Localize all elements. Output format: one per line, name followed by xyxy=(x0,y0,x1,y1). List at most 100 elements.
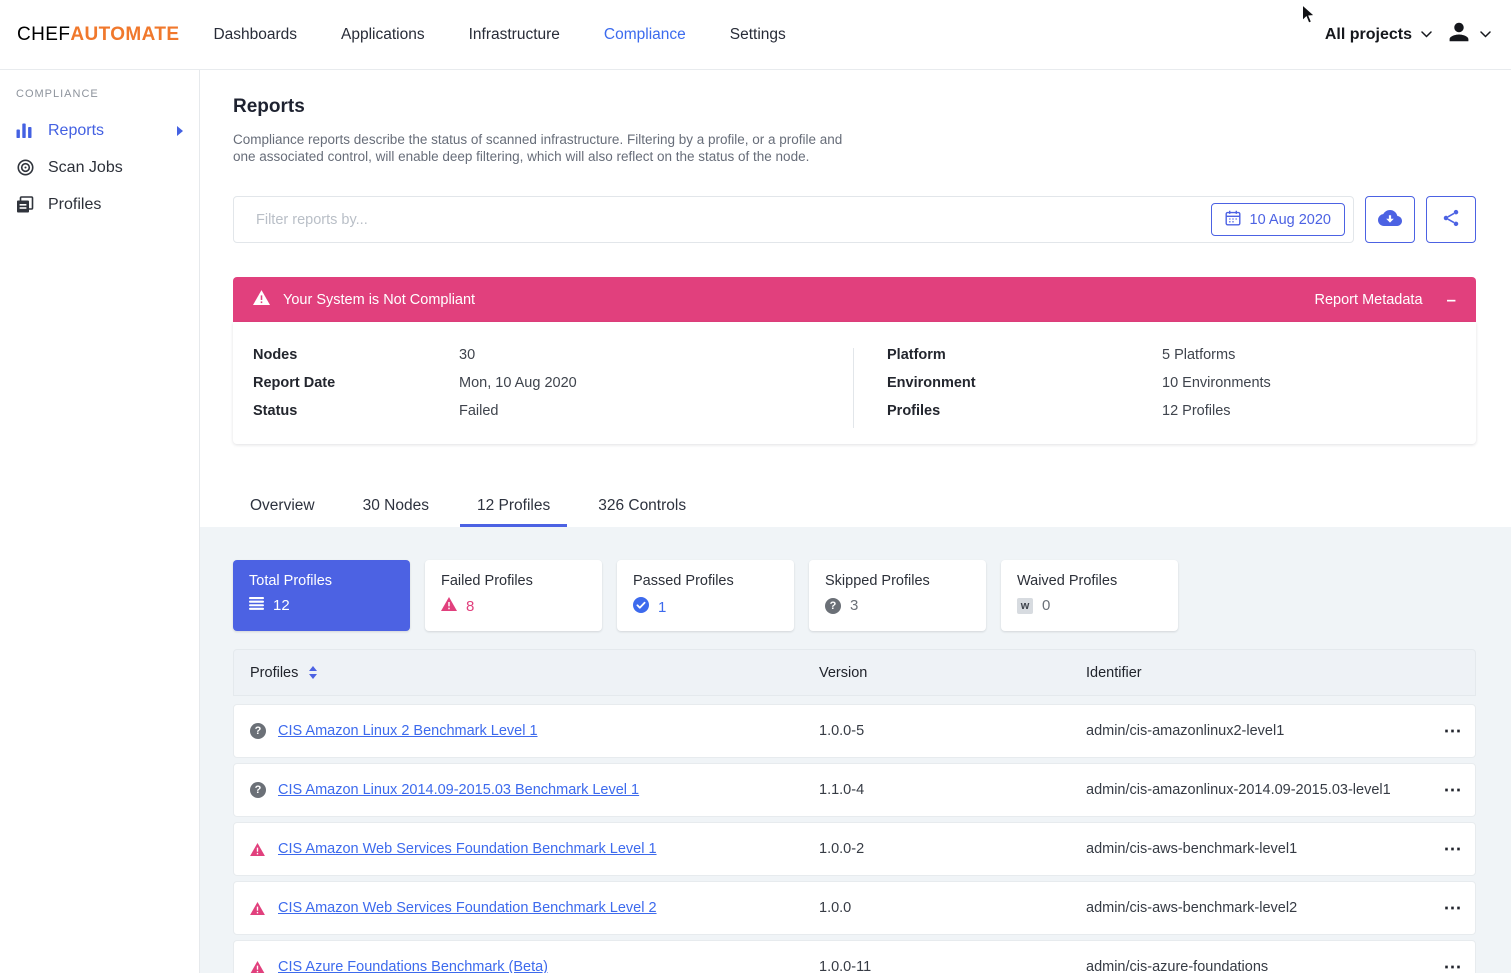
warning-triangle-icon xyxy=(441,597,457,615)
description-line-2: one associated control, will enable deep… xyxy=(233,149,809,164)
nav-item-infrastructure[interactable]: Infrastructure xyxy=(447,26,582,44)
table-row: CIS Amazon Web Services Foundation Bench… xyxy=(233,881,1476,935)
main-content: Reports Compliance reports describe the … xyxy=(200,70,1511,973)
column-header-identifier: Identifier xyxy=(1086,665,1475,681)
card-label: Total Profiles xyxy=(249,573,394,589)
user-menu-button[interactable] xyxy=(1447,20,1471,49)
card-label: Waived Profiles xyxy=(1017,573,1162,589)
card-count: 0 xyxy=(1042,597,1050,614)
user-chevron-down-icon[interactable] xyxy=(1480,31,1491,38)
sidebar-item-label: Reports xyxy=(48,122,104,140)
sidebar-section-label: COMPLIANCE xyxy=(16,88,199,100)
date-picker-button[interactable]: 10 Aug 2020 xyxy=(1211,203,1345,236)
metadata-label: Report Date xyxy=(253,374,459,392)
compliance-sidebar: COMPLIANCE Reports Scan Jobs xyxy=(0,70,200,973)
sidebar-item-label: Scan Jobs xyxy=(48,159,123,177)
share-report-button[interactable] xyxy=(1426,196,1476,243)
metadata-row-environment: Environment 10 Environments xyxy=(887,374,1476,392)
nav-item-dashboards[interactable]: Dashboards xyxy=(191,26,319,44)
nav-item-compliance[interactable]: Compliance xyxy=(582,26,708,44)
row-menu-button[interactable]: ⋯ xyxy=(1431,721,1475,741)
sort-toggle-icon[interactable] xyxy=(309,666,317,679)
metadata-value: 10 Environments xyxy=(1162,374,1271,392)
card-count: 1 xyxy=(658,599,666,616)
card-count: 8 xyxy=(466,598,474,615)
filter-reports-input[interactable] xyxy=(254,211,1211,229)
card-label: Passed Profiles xyxy=(633,573,778,589)
check-circle-icon xyxy=(633,597,649,617)
skipped-profiles-card[interactable]: Skipped Profiles ? 3 xyxy=(809,560,986,631)
reports-header-section: Reports Compliance reports describe the … xyxy=(200,70,1511,527)
logo-automate-text: AUTOMATE xyxy=(70,24,179,45)
status-question-icon: ? xyxy=(250,782,278,798)
sidebar-item-reports[interactable]: Reports xyxy=(0,112,199,149)
metadata-row-nodes: Nodes 30 xyxy=(253,346,853,364)
profile-identifier: admin/cis-amazonlinux2-level1 xyxy=(1086,723,1431,739)
metadata-value: Mon, 10 Aug 2020 xyxy=(459,374,577,392)
tab-nodes[interactable]: 30 Nodes xyxy=(346,489,446,527)
collapse-icon[interactable]: – xyxy=(1447,291,1456,308)
profile-link[interactable]: CIS Amazon Web Services Foundation Bench… xyxy=(278,900,657,916)
profile-identifier: admin/cis-amazonlinux-2014.09-2015.03-le… xyxy=(1086,782,1431,798)
list-icon xyxy=(249,597,264,614)
sidebar-item-profiles[interactable]: Profiles xyxy=(0,186,199,223)
nav-right-controls: All projects xyxy=(1325,20,1491,49)
report-metadata-panel: Nodes 30 Report Date Mon, 10 Aug 2020 St… xyxy=(233,322,1476,444)
banner-message: Your System is Not Compliant xyxy=(283,292,475,308)
table-header: Profiles Version Identifier xyxy=(233,649,1476,696)
filter-toolbar: 10 Aug 2020 xyxy=(233,196,1476,243)
metadata-left-column: Nodes 30 Report Date Mon, 10 Aug 2020 St… xyxy=(253,346,853,430)
projects-dropdown[interactable]: All projects xyxy=(1325,26,1412,44)
profile-link[interactable]: CIS Amazon Linux 2 Benchmark Level 1 xyxy=(278,723,538,739)
logo-chef-text: CHEF xyxy=(17,24,70,45)
tab-profiles[interactable]: 12 Profiles xyxy=(460,489,567,527)
nav-item-applications[interactable]: Applications xyxy=(319,26,447,44)
sidebar-item-label: Profiles xyxy=(48,196,101,214)
profiles-stack-icon xyxy=(16,196,35,214)
table-row: CIS Azure Foundations Benchmark (Beta) 1… xyxy=(233,940,1476,973)
failed-profiles-card[interactable]: Failed Profiles 8 xyxy=(425,560,602,631)
card-count: 3 xyxy=(850,597,858,614)
filter-container: 10 Aug 2020 xyxy=(233,196,1354,243)
metadata-label: Profiles xyxy=(887,402,1162,420)
nav-item-settings[interactable]: Settings xyxy=(708,26,808,44)
status-failed-icon xyxy=(250,902,278,915)
metadata-row-report-date: Report Date Mon, 10 Aug 2020 xyxy=(253,374,853,392)
chef-automate-logo[interactable]: CHEFAUTOMATE xyxy=(17,24,179,46)
tab-controls[interactable]: 326 Controls xyxy=(581,489,703,527)
download-report-button[interactable] xyxy=(1365,196,1415,243)
non-compliant-banner: Your System is Not Compliant Report Meta… xyxy=(233,277,1476,322)
metadata-row-status: Status Failed xyxy=(253,402,853,420)
profile-identifier: admin/cis-azure-foundations xyxy=(1086,959,1431,973)
profile-link[interactable]: CIS Amazon Linux 2014.09-2015.03 Benchma… xyxy=(278,782,639,798)
chef-automate-app: CHEFAUTOMATE Dashboards Applications Inf… xyxy=(0,0,1511,973)
report-summary-card: Your System is Not Compliant Report Meta… xyxy=(233,277,1476,444)
primary-nav: Dashboards Applications Infrastructure C… xyxy=(191,26,807,44)
total-profiles-card[interactable]: Total Profiles 12 xyxy=(233,560,410,631)
row-menu-button[interactable]: ⋯ xyxy=(1431,780,1475,800)
metadata-row-platform: Platform 5 Platforms xyxy=(887,346,1476,364)
row-menu-button[interactable]: ⋯ xyxy=(1431,839,1475,859)
cloud-download-icon xyxy=(1378,208,1402,231)
profile-link[interactable]: CIS Amazon Web Services Foundation Bench… xyxy=(278,841,657,857)
row-menu-button[interactable]: ⋯ xyxy=(1431,898,1475,918)
row-menu-button[interactable]: ⋯ xyxy=(1431,957,1475,973)
tab-overview[interactable]: Overview xyxy=(233,489,332,527)
table-row: CIS Amazon Web Services Foundation Bench… xyxy=(233,822,1476,876)
chevron-down-icon[interactable] xyxy=(1421,31,1432,38)
profile-version: 1.0.0-11 xyxy=(819,959,1086,973)
profiles-tab-panel: Total Profiles 12 Failed Profiles xyxy=(200,527,1511,973)
date-label: 10 Aug 2020 xyxy=(1250,212,1331,228)
column-header-version: Version xyxy=(819,665,1086,681)
user-icon xyxy=(1447,20,1471,49)
bar-chart-icon xyxy=(16,123,35,138)
passed-profiles-card[interactable]: Passed Profiles 1 xyxy=(617,560,794,631)
status-question-icon: ? xyxy=(250,723,278,739)
expand-arrow-icon[interactable] xyxy=(177,126,183,136)
report-metadata-toggle[interactable]: Report Metadata xyxy=(1315,292,1423,308)
metadata-label: Platform xyxy=(887,346,1162,364)
share-icon xyxy=(1441,208,1461,231)
waived-profiles-card[interactable]: Waived Profiles w 0 xyxy=(1001,560,1178,631)
sidebar-item-scan-jobs[interactable]: Scan Jobs xyxy=(0,149,199,186)
profile-link[interactable]: CIS Azure Foundations Benchmark (Beta) xyxy=(278,959,548,973)
